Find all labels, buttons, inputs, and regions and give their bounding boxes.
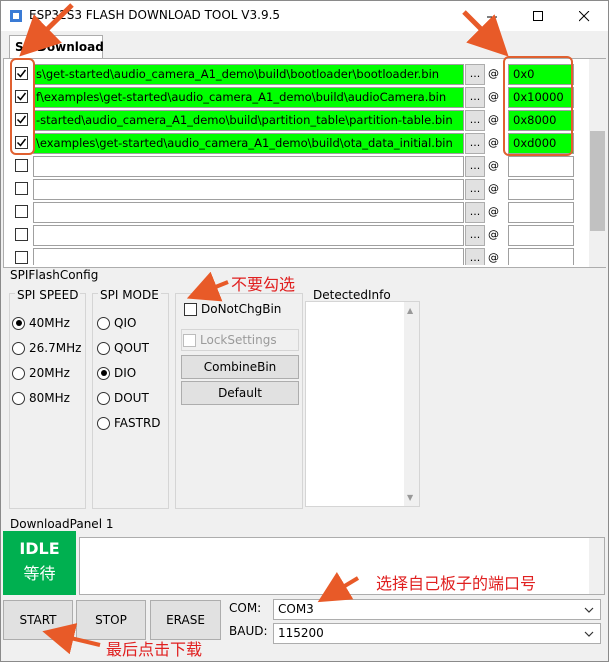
- arrow-to-com: [317, 571, 360, 603]
- arrow-to-start: [42, 623, 101, 655]
- arrow-to-addresses: [462, 10, 509, 57]
- arrow-to-donotchgbin: [186, 271, 229, 302]
- arrow-to-checkboxes: [19, 3, 74, 57]
- annotation-arrows: [19, 3, 509, 655]
